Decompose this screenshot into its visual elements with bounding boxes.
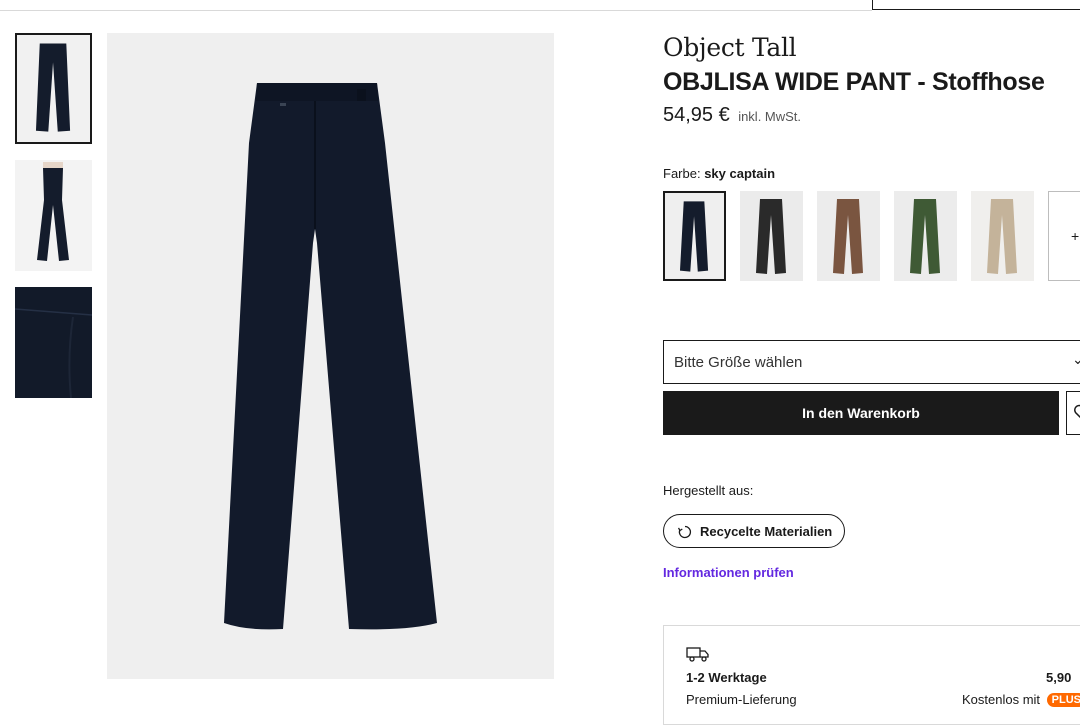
plus-badge: PLUS	[1046, 693, 1080, 707]
free-with-plus: Kostenlos mit PLUS	[962, 692, 1080, 707]
color-swatch-sky-captain[interactable]	[663, 191, 726, 281]
delivery-days: 1-2 Werktage	[686, 670, 767, 685]
swatch-image	[894, 191, 957, 281]
swatch-image	[740, 191, 803, 281]
price: 54,95 €	[663, 104, 730, 126]
gallery-thumbnail-2[interactable]	[15, 160, 92, 271]
price-row: 54,95 € inkl. MwSt.	[663, 104, 801, 127]
badge-label: Recycelte Materialien	[700, 524, 833, 539]
fabric-detail-image	[15, 287, 92, 398]
info-check-link[interactable]: Informationen prüfen	[663, 565, 794, 580]
add-to-cart-button[interactable]: In den Warenkorb	[663, 391, 1059, 435]
color-swatch-black[interactable]	[740, 191, 803, 281]
size-select[interactable]: Bitte Größe wählen ⌄	[663, 340, 1080, 384]
color-label: Farbe: sky captain	[663, 166, 775, 181]
gallery-thumbnail-1[interactable]	[15, 33, 92, 144]
color-swatch-green[interactable]	[894, 191, 957, 281]
swatch-image	[817, 191, 880, 281]
delivery-price: 5,90	[1046, 670, 1072, 685]
free-with-text: Kostenlos mit	[962, 692, 1041, 707]
recycle-icon	[678, 525, 692, 539]
pants-model-image	[15, 160, 92, 271]
gallery-thumbnail-3[interactable]	[15, 287, 92, 398]
swatch-image	[971, 191, 1034, 281]
selected-color-name: sky captain	[704, 166, 776, 181]
brand-name[interactable]: Object Tall	[663, 33, 797, 62]
color-swatch-beige[interactable]	[971, 191, 1034, 281]
size-placeholder: Bitte Größe wählen	[674, 354, 803, 371]
more-colors-button[interactable]: +	[1048, 191, 1080, 281]
vat-note: inkl. MwSt.	[738, 109, 802, 124]
main-product-image[interactable]	[107, 33, 554, 679]
header-search-box[interactable]	[872, 0, 1080, 10]
color-swatch-brown[interactable]	[817, 191, 880, 281]
wishlist-button[interactable]	[1066, 391, 1080, 435]
pants-large-image	[107, 33, 554, 679]
swatch-image	[665, 193, 724, 279]
recycled-materials-badge[interactable]: Recycelte Materialien	[663, 514, 845, 548]
pants-front-image	[17, 35, 90, 142]
plus-label: +	[1071, 228, 1080, 244]
material-label: Hergestellt aus:	[663, 483, 754, 498]
chevron-down-icon: ⌄	[1072, 351, 1080, 367]
product-title: OBJLISA WIDE PANT - Stoffhose	[663, 68, 1045, 96]
heart-icon	[1074, 404, 1080, 419]
header-divider	[0, 10, 872, 11]
delivery-type: Premium-Lieferung	[686, 692, 797, 707]
delivery-box: 1-2 Werktage Premium-Lieferung 5,90 Kost…	[663, 625, 1080, 725]
color-label-text: Farbe:	[663, 166, 701, 181]
truck-icon	[686, 647, 709, 662]
